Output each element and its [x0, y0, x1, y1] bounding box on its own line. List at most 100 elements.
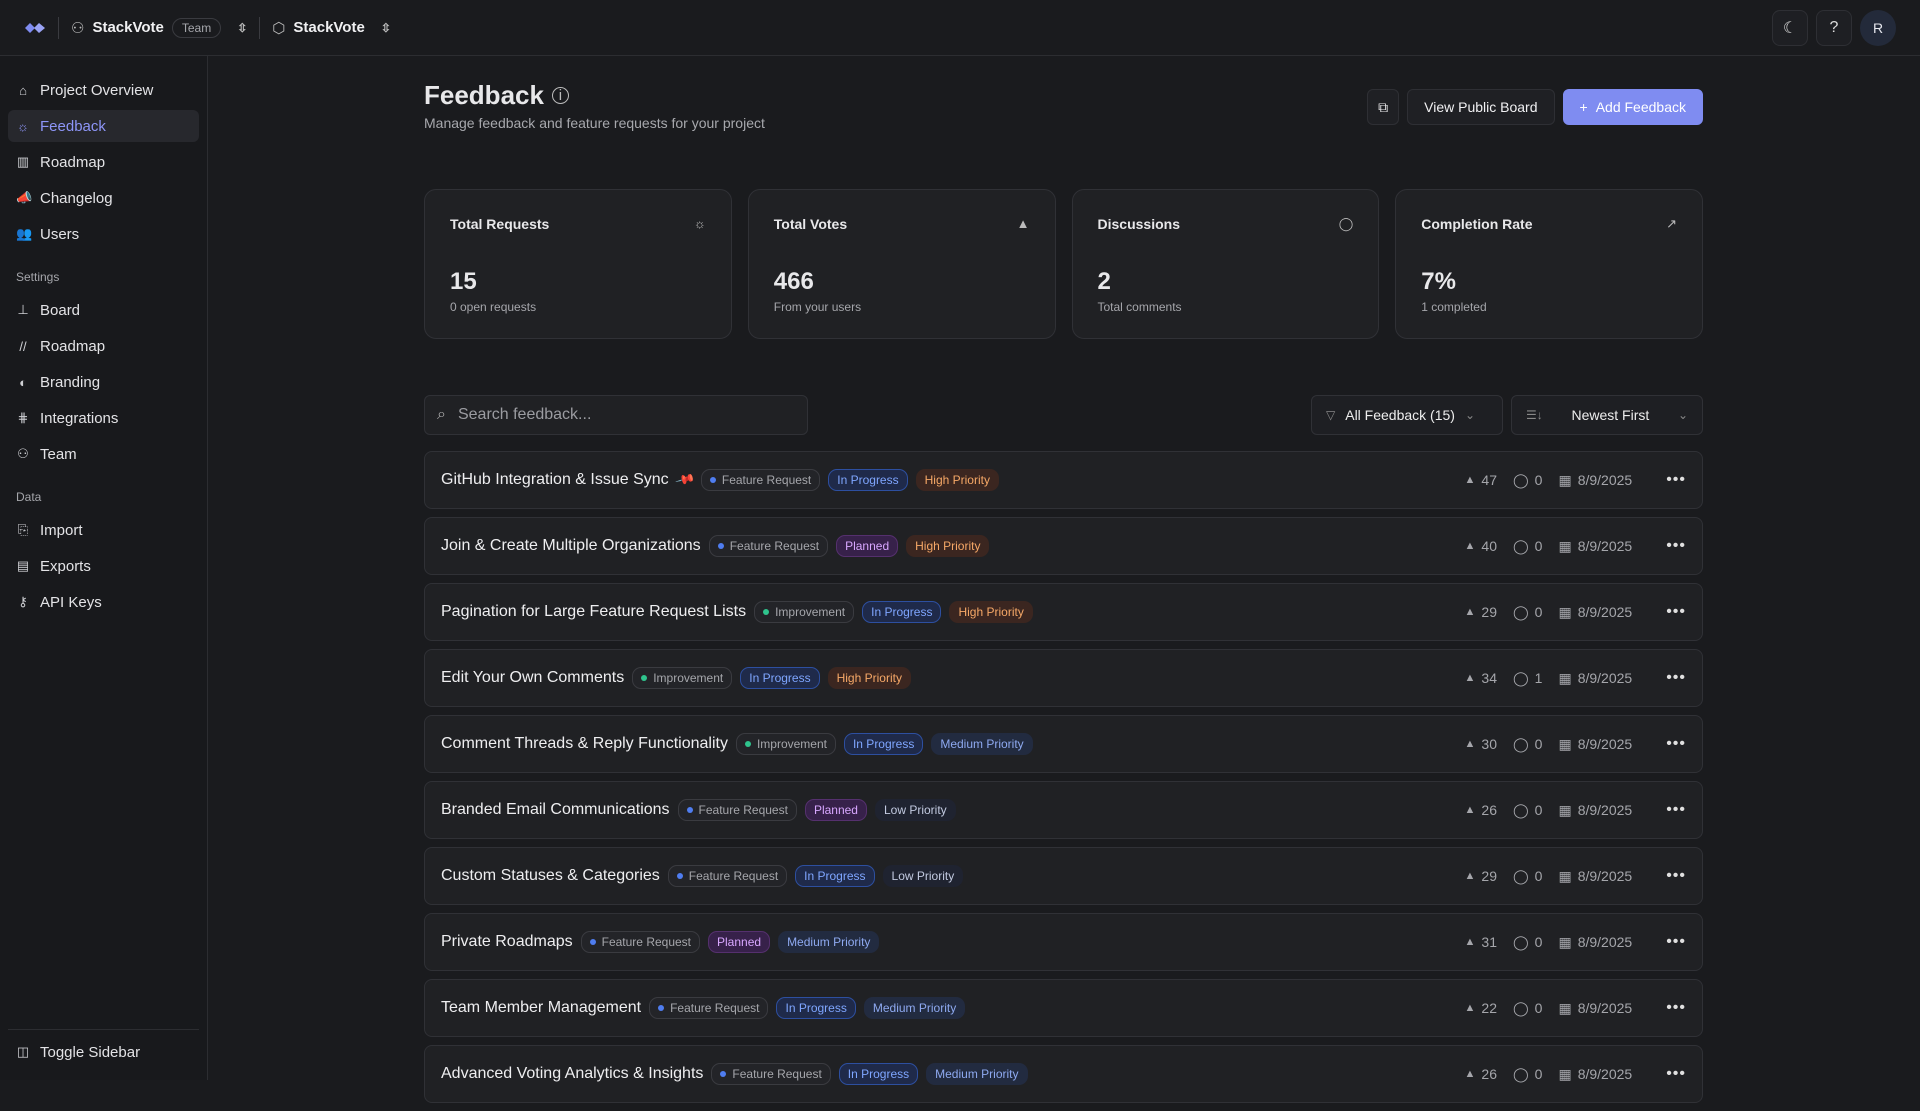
copy-button[interactable]: ⧉ — [1367, 89, 1399, 125]
more-options-button[interactable]: ••• — [1666, 933, 1686, 951]
upvote-icon[interactable]: ▲ — [1465, 738, 1476, 750]
sidebar-item-api-keys[interactable]: ⚷ API Keys — [8, 586, 199, 618]
more-options-button[interactable]: ••• — [1666, 867, 1686, 885]
sidebar-item-users[interactable]: 👥 Users — [8, 218, 199, 250]
feedback-row[interactable]: Edit Your Own Comments Improvement In Pr… — [424, 649, 1703, 707]
cube-icon: ⬡ — [272, 19, 285, 37]
vote-count: 29 — [1481, 604, 1497, 620]
sidebar-item-label: Team — [40, 446, 77, 463]
upvote-icon[interactable]: ▲ — [1465, 870, 1476, 882]
upvote-icon[interactable]: ▲ — [1465, 1068, 1476, 1080]
upvote-icon[interactable]: ▲ — [1465, 672, 1476, 684]
priority-badge: Medium Priority — [931, 733, 1032, 755]
upvote-icon[interactable]: ▲ — [1465, 606, 1476, 618]
feedback-row[interactable]: Join & Create Multiple Organizations Fea… — [424, 517, 1703, 575]
page-subtitle: Manage feedback and feature requests for… — [424, 115, 765, 131]
more-options-button[interactable]: ••• — [1666, 537, 1686, 555]
feedback-title[interactable]: Advanced Voting Analytics & Insights — [441, 1065, 703, 1083]
info-icon[interactable]: i — [552, 87, 569, 104]
more-options-button[interactable]: ••• — [1666, 801, 1686, 819]
sidebar-item-import[interactable]: ⎘ Import — [8, 514, 199, 546]
more-options-button[interactable]: ••• — [1666, 603, 1686, 621]
priority-badge: High Priority — [828, 667, 911, 689]
feedback-title[interactable]: Team Member Management — [441, 999, 641, 1017]
category-dot-icon — [720, 1071, 726, 1077]
sidebar-item-changelog[interactable]: 📣 Changelog — [8, 182, 199, 214]
more-options-button[interactable]: ••• — [1666, 471, 1686, 489]
feedback-row[interactable]: Custom Statuses & Categories Feature Req… — [424, 847, 1703, 905]
sidebar-item-branding[interactable]: ◐ Branding — [8, 366, 199, 398]
user-avatar[interactable]: R — [1860, 10, 1896, 46]
sidebar-item-project-overview[interactable]: ⌂ Project Overview — [8, 74, 199, 106]
stat-title: Total Requests — [450, 216, 706, 232]
feedback-title[interactable]: Branded Email Communications — [441, 801, 670, 819]
page-title: Feedback i — [424, 80, 569, 111]
help-button[interactable]: ? — [1816, 10, 1852, 46]
sidebar-item-label: Users — [40, 226, 79, 243]
view-public-board-button[interactable]: View Public Board — [1407, 89, 1554, 125]
toggle-sidebar-button[interactable]: ◫ Toggle Sidebar — [8, 1036, 199, 1068]
stat-subtitle: 1 completed — [1421, 300, 1486, 314]
upvote-icon[interactable]: ▲ — [1465, 540, 1476, 552]
sidebar-item-integrations[interactable]: ⋕ Integrations — [8, 402, 199, 434]
org-switcher[interactable]: ⚇ StackVote Team ⇳ — [71, 18, 247, 38]
feedback-title[interactable]: Private Roadmaps — [441, 933, 573, 951]
sidebar-item-feedback[interactable]: ☼ Feedback — [8, 110, 199, 142]
add-feedback-label: Add Feedback — [1596, 99, 1686, 115]
comment-icon: ◯ — [1513, 670, 1529, 687]
feedback-row[interactable]: Comment Threads & Reply Functionality Im… — [424, 715, 1703, 773]
category-label: Improvement — [775, 605, 845, 619]
sidebar-item-team[interactable]: ⚇ Team — [8, 438, 199, 470]
sidebar-item-label: Roadmap — [40, 338, 105, 355]
calendar-icon: ▦ — [1558, 868, 1571, 885]
category-dot-icon — [677, 873, 683, 879]
feedback-list: GitHub Integration & Issue Sync 📌 Featur… — [424, 451, 1703, 1111]
sidebar-item-roadmap[interactable]: // Roadmap — [8, 330, 199, 362]
more-options-button[interactable]: ••• — [1666, 1065, 1686, 1083]
search-box[interactable]: ⌕ — [424, 395, 808, 435]
feedback-row[interactable]: Branded Email Communications Feature Req… — [424, 781, 1703, 839]
category-badge: Feature Request — [711, 1063, 830, 1085]
search-input[interactable] — [458, 406, 778, 424]
comment-icon: ◯ — [1513, 934, 1529, 951]
feedback-title[interactable]: Join & Create Multiple Organizations — [441, 537, 701, 555]
more-options-button[interactable]: ••• — [1666, 735, 1686, 753]
category-badge: Improvement — [632, 667, 732, 689]
feedback-title[interactable]: Custom Statuses & Categories — [441, 867, 660, 885]
feedback-title[interactable]: Comment Threads & Reply Functionality — [441, 735, 728, 753]
theme-toggle-button[interactable]: ☾ — [1772, 10, 1808, 46]
more-options-button[interactable]: ••• — [1666, 999, 1686, 1017]
upvote-icon[interactable]: ▲ — [1465, 936, 1476, 948]
feedback-title[interactable]: Pagination for Large Feature Request Lis… — [441, 603, 746, 621]
sort-dropdown[interactable]: ☰↓ Newest First ⌄ — [1511, 395, 1703, 435]
feedback-row[interactable]: Advanced Voting Analytics & Insights Fea… — [424, 1045, 1703, 1103]
feedback-row[interactable]: Pagination for Large Feature Request Lis… — [424, 583, 1703, 641]
status-badge: In Progress — [776, 997, 855, 1019]
app-logo[interactable] — [24, 21, 46, 35]
sidebar-item-roadmap[interactable]: ▥ Roadmap — [8, 146, 199, 178]
upvote-icon[interactable]: ▲ — [1465, 1002, 1476, 1014]
feedback-title[interactable]: Edit Your Own Comments — [441, 669, 624, 687]
feedback-row[interactable]: Private Roadmaps Feature Request Planned… — [424, 913, 1703, 971]
filter-dropdown[interactable]: ▽ All Feedback (15) ⌄ — [1311, 395, 1503, 435]
upvote-icon[interactable]: ▲ — [1465, 474, 1476, 486]
more-options-button[interactable]: ••• — [1666, 669, 1686, 687]
project-switcher[interactable]: ⬡ StackVote ⇳ — [272, 19, 391, 37]
branding-icon: ◐ — [16, 375, 30, 390]
sidebar-item-label: Import — [40, 522, 83, 539]
feedback-title[interactable]: GitHub Integration & Issue Sync — [441, 471, 669, 489]
category-dot-icon — [745, 741, 751, 747]
sidebar-item-board[interactable]: ⊥ Board — [8, 294, 199, 326]
sidebar-item-exports[interactable]: ▤ Exports — [8, 550, 199, 582]
feedback-row[interactable]: GitHub Integration & Issue Sync 📌 Featur… — [424, 451, 1703, 509]
category-badge: Feature Request — [668, 865, 787, 887]
comment-icon: ◯ — [1513, 868, 1529, 885]
category-label: Feature Request — [689, 869, 778, 883]
add-feedback-button[interactable]: +Add Feedback — [1563, 89, 1703, 125]
api-keys-icon: ⚷ — [16, 594, 30, 610]
upvote-icon[interactable]: ▲ — [1465, 804, 1476, 816]
feedback-row[interactable]: Team Member Management Feature Request I… — [424, 979, 1703, 1037]
comment-icon: ◯ — [1513, 604, 1529, 621]
changelog-icon: 📣 — [16, 190, 30, 206]
vote-count: 34 — [1481, 670, 1497, 686]
